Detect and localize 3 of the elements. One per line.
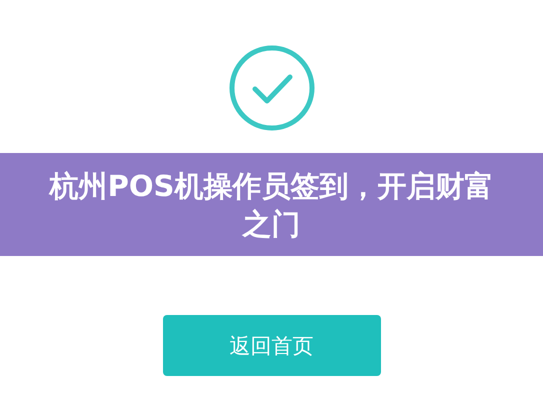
home-button[interactable]: 返回首页 — [162, 315, 380, 376]
banner-title: 杭州POS机操作员签到，开启财富之门 — [48, 168, 494, 242]
check-circle-icon — [228, 45, 314, 131]
